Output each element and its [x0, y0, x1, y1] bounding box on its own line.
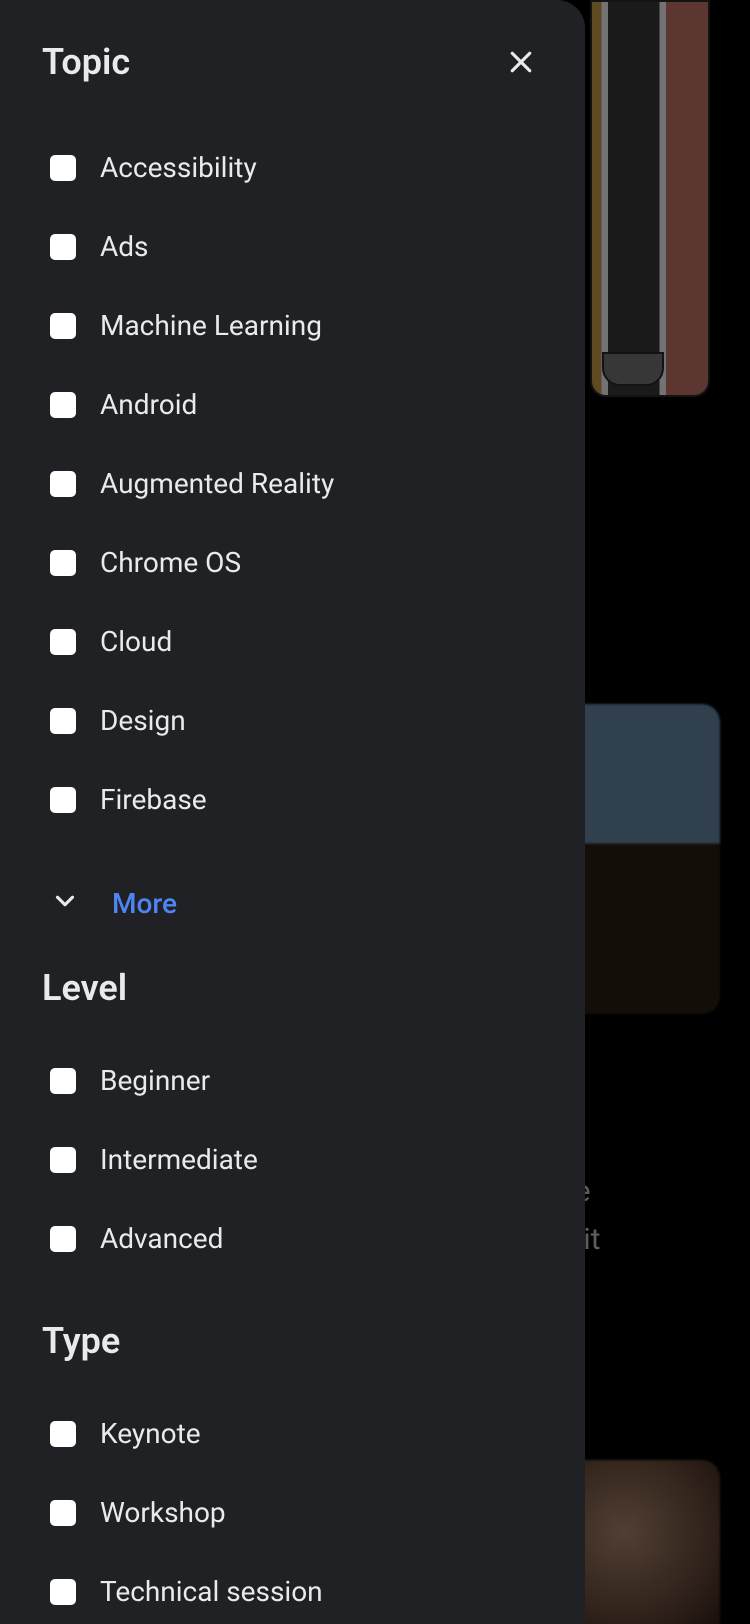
topic-filter-list: Accessibility Ads Machine Learning Andro… — [42, 128, 543, 839]
filter-label: Android — [100, 388, 197, 421]
filter-label: Firebase — [100, 783, 207, 816]
filter-item-machine-learning[interactable]: Machine Learning — [42, 286, 543, 365]
filter-label: Advanced — [100, 1222, 223, 1255]
checkbox[interactable] — [50, 1147, 76, 1173]
filter-item-beginner[interactable]: Beginner — [42, 1041, 543, 1120]
checkbox[interactable] — [50, 787, 76, 813]
close-icon — [506, 47, 536, 77]
chevron-down-icon — [50, 886, 80, 920]
filter-label: Chrome OS — [100, 546, 241, 579]
topic-section-title: Topic — [42, 41, 130, 83]
filter-item-cloud[interactable]: Cloud — [42, 602, 543, 681]
filter-label: Technical session — [100, 1575, 323, 1608]
checkbox[interactable] — [50, 155, 76, 181]
filter-label: Cloud — [100, 625, 172, 658]
level-section-title: Level — [42, 967, 543, 1009]
filter-item-ads[interactable]: Ads — [42, 207, 543, 286]
filter-item-intermediate[interactable]: Intermediate — [42, 1120, 543, 1199]
filter-label: Keynote — [100, 1417, 201, 1450]
filter-item-augmented-reality[interactable]: Augmented Reality — [42, 444, 543, 523]
filter-label: Augmented Reality — [100, 467, 334, 500]
checkbox[interactable] — [50, 1421, 76, 1447]
level-filter-list: Beginner Intermediate Advanced — [42, 1041, 543, 1278]
checkbox[interactable] — [50, 629, 76, 655]
filter-panel: Topic Accessibility Ads Machine Learning… — [0, 0, 585, 1624]
type-section-title: Type — [42, 1320, 543, 1362]
filter-item-advanced[interactable]: Advanced — [42, 1199, 543, 1278]
checkbox[interactable] — [50, 1500, 76, 1526]
more-label: More — [112, 887, 177, 920]
filter-label: Machine Learning — [100, 309, 322, 342]
checkbox[interactable] — [50, 234, 76, 260]
filter-item-design[interactable]: Design — [42, 681, 543, 760]
filter-label: Accessibility — [100, 151, 257, 184]
checkbox[interactable] — [50, 392, 76, 418]
filter-label: Design — [100, 704, 186, 737]
more-topics-button[interactable]: More — [42, 863, 543, 943]
close-button[interactable] — [499, 40, 543, 84]
filter-item-technical-session[interactable]: Technical session — [42, 1552, 543, 1624]
checkbox[interactable] — [50, 708, 76, 734]
filter-item-keynote[interactable]: Keynote — [42, 1394, 543, 1473]
filter-label: Workshop — [100, 1496, 226, 1529]
checkbox[interactable] — [50, 313, 76, 339]
checkbox[interactable] — [50, 1068, 76, 1094]
checkbox[interactable] — [50, 471, 76, 497]
filter-label: Ads — [100, 230, 149, 263]
filter-label: Beginner — [100, 1064, 210, 1097]
checkbox[interactable] — [50, 1579, 76, 1605]
checkbox[interactable] — [50, 550, 76, 576]
filter-item-firebase[interactable]: Firebase — [42, 760, 543, 839]
filter-item-accessibility[interactable]: Accessibility — [42, 128, 543, 207]
filter-item-workshop[interactable]: Workshop — [42, 1473, 543, 1552]
type-filter-list: Keynote Workshop Technical session — [42, 1394, 543, 1624]
checkbox[interactable] — [50, 1226, 76, 1252]
filter-label: Intermediate — [100, 1143, 258, 1176]
filter-item-chrome-os[interactable]: Chrome OS — [42, 523, 543, 602]
filter-item-android[interactable]: Android — [42, 365, 543, 444]
panel-header: Topic — [42, 40, 543, 84]
